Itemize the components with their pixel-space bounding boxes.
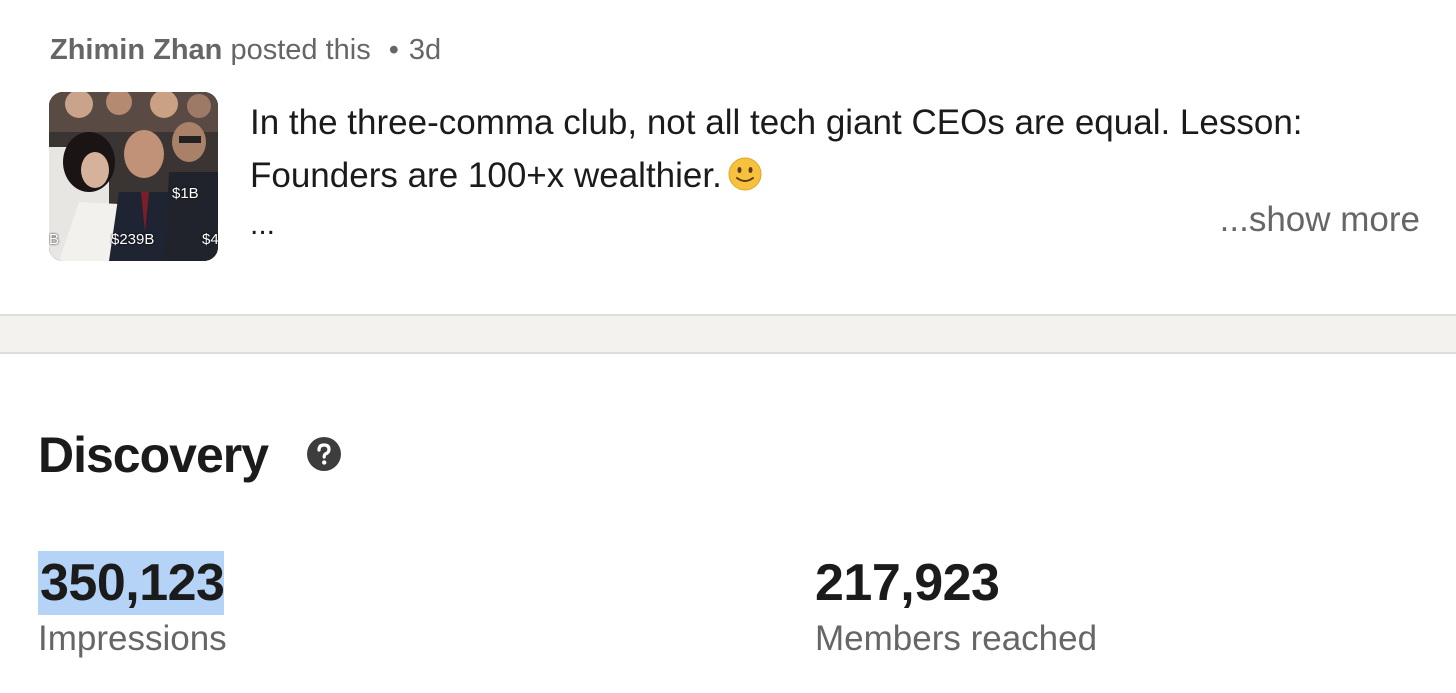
post-text: In the three-comma club, not all tech gi… — [250, 96, 1420, 202]
slightly-smiling-face-icon — [728, 153, 762, 191]
thumbnail-label-1: $1B — [172, 185, 199, 202]
post-action: posted this — [230, 34, 371, 66]
truncation-ellipsis: ... — [250, 208, 276, 241]
metric-label-impressions: Impressions — [38, 619, 227, 658]
post-age: 3d — [408, 34, 442, 66]
show-more-link[interactable]: ...show more — [1220, 200, 1420, 240]
thumbnail-label-4: $4 — [202, 231, 218, 248]
section-title: Discovery — [38, 427, 269, 483]
metric-value-members-reached: 217,923 — [815, 554, 1000, 612]
post-thumbnail[interactable]: $1B $239B B $4 — [49, 92, 218, 261]
post-header: Zhimin Zhan posted this • 3d — [50, 30, 441, 70]
section-divider — [0, 314, 1456, 354]
post-text-line-1: In the three-comma club, not all tech gi… — [250, 103, 1303, 142]
post-text-line-2-content: Founders are 100+x wealthier. — [250, 156, 722, 195]
metric-members-reached: 217,923 Members reached — [815, 551, 1097, 659]
thumbnail-label-3: B — [49, 231, 60, 248]
metric-value-impressions: 350,123 — [38, 551, 225, 615]
question-circle-icon[interactable] — [306, 436, 342, 472]
post-card: Zhimin Zhan posted this • 3d $1B $239B B … — [0, 0, 1456, 314]
discovery-section: Discovery 350,123 Impressions 217,923 Me… — [0, 356, 1456, 693]
post-text-line-2: Founders are 100+x wealthier. — [250, 149, 1420, 202]
thumbnail-label-2: $239B — [111, 231, 155, 248]
separator-dot: • — [388, 34, 399, 66]
metric-label-members-reached: Members reached — [815, 619, 1098, 658]
author-name[interactable]: Zhimin Zhan — [50, 34, 222, 66]
metric-impressions: 350,123 Impressions — [38, 551, 227, 659]
